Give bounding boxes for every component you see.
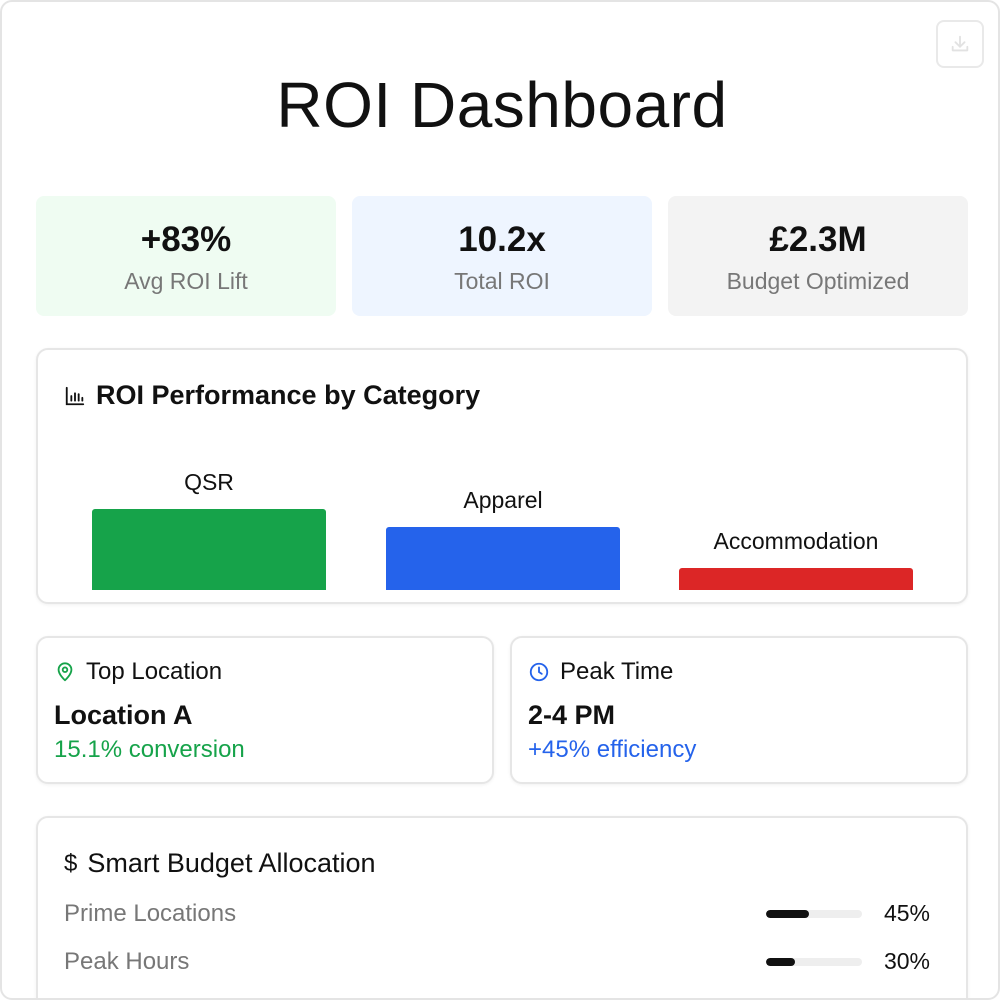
top-location-title: Top Location — [86, 658, 223, 685]
top-location-conversion: 15.1% conversion — [54, 736, 245, 763]
peak-time-header: Peak Time — [528, 658, 673, 686]
page-title: ROI Dashboard — [276, 69, 728, 141]
map-pin-icon — [57, 662, 73, 682]
kpi-card-avg-roi-lift: +83% Avg ROI Lift — [36, 196, 336, 316]
top-location-card: Top Location Location A 15.1% conversion — [36, 636, 494, 784]
budget-progress-bar — [766, 910, 862, 918]
budget-progress-bar — [766, 958, 862, 966]
budget-row-label: Peak Hours — [64, 948, 190, 975]
roi-performance-header: ROI Performance by Category — [64, 380, 480, 411]
peak-time-title: Peak Time — [560, 658, 674, 685]
peak-time-card: Peak Time 2-4 PM +45% efficiency — [510, 636, 968, 784]
bar-chart-icon — [65, 386, 85, 405]
roi-performance-title: ROI Performance by Category — [96, 380, 481, 410]
smart-budget-title: Smart Budget Allocation — [87, 848, 376, 878]
chart-bar — [679, 568, 913, 590]
smart-budget-card: $ Smart Budget Allocation Prime Location… — [36, 816, 968, 998]
dollar-icon: $ — [64, 849, 78, 877]
chart-category-label: QSR — [184, 469, 234, 495]
chart-category-label: Accommodation — [713, 528, 879, 554]
peak-time-value: 2-4 PM — [528, 700, 616, 730]
budget-row-percent: 45% — [883, 900, 930, 926]
peak-time-efficiency: +45% efficiency — [528, 736, 697, 763]
top-location-value: Location A — [54, 700, 193, 730]
budget-row-label: Prime Locations — [64, 900, 237, 927]
clock-icon — [529, 662, 549, 682]
kpi-value: £2.3M — [769, 220, 867, 259]
budget-progress-fill — [766, 958, 795, 966]
kpi-label: Total ROI — [454, 268, 550, 294]
budget-row-peak-hours: Peak Hours 30% — [64, 948, 930, 978]
kpi-value: +83% — [140, 220, 232, 259]
download-button[interactable] — [936, 20, 984, 68]
kpi-card-budget-optimized: £2.3M Budget Optimized — [668, 196, 968, 316]
smart-budget-header: $ Smart Budget Allocation — [64, 848, 376, 879]
kpi-value: 10.2x — [458, 220, 546, 259]
kpi-label: Avg ROI Lift — [124, 268, 248, 294]
chart-category-label: Apparel — [463, 487, 543, 513]
roi-performance-card: ROI Performance by Category QSR Apparel Ac… — [36, 348, 968, 604]
budget-row-percent: 30% — [883, 948, 930, 974]
top-location-header: Top Location — [54, 658, 222, 686]
budget-row-prime-locations: Prime Locations 45% — [64, 900, 930, 930]
budget-progress-fill — [766, 910, 810, 918]
kpi-card-total-roi: 10.2x Total ROI — [352, 196, 652, 316]
download-icon — [951, 35, 969, 52]
dashboard-frame: ROI Dashboard +83% Avg ROI Lift 10.2x To… — [0, 0, 1000, 1000]
chart-bar — [386, 527, 620, 590]
chart-bar — [92, 509, 326, 590]
kpi-label: Budget Optimized — [726, 268, 910, 294]
